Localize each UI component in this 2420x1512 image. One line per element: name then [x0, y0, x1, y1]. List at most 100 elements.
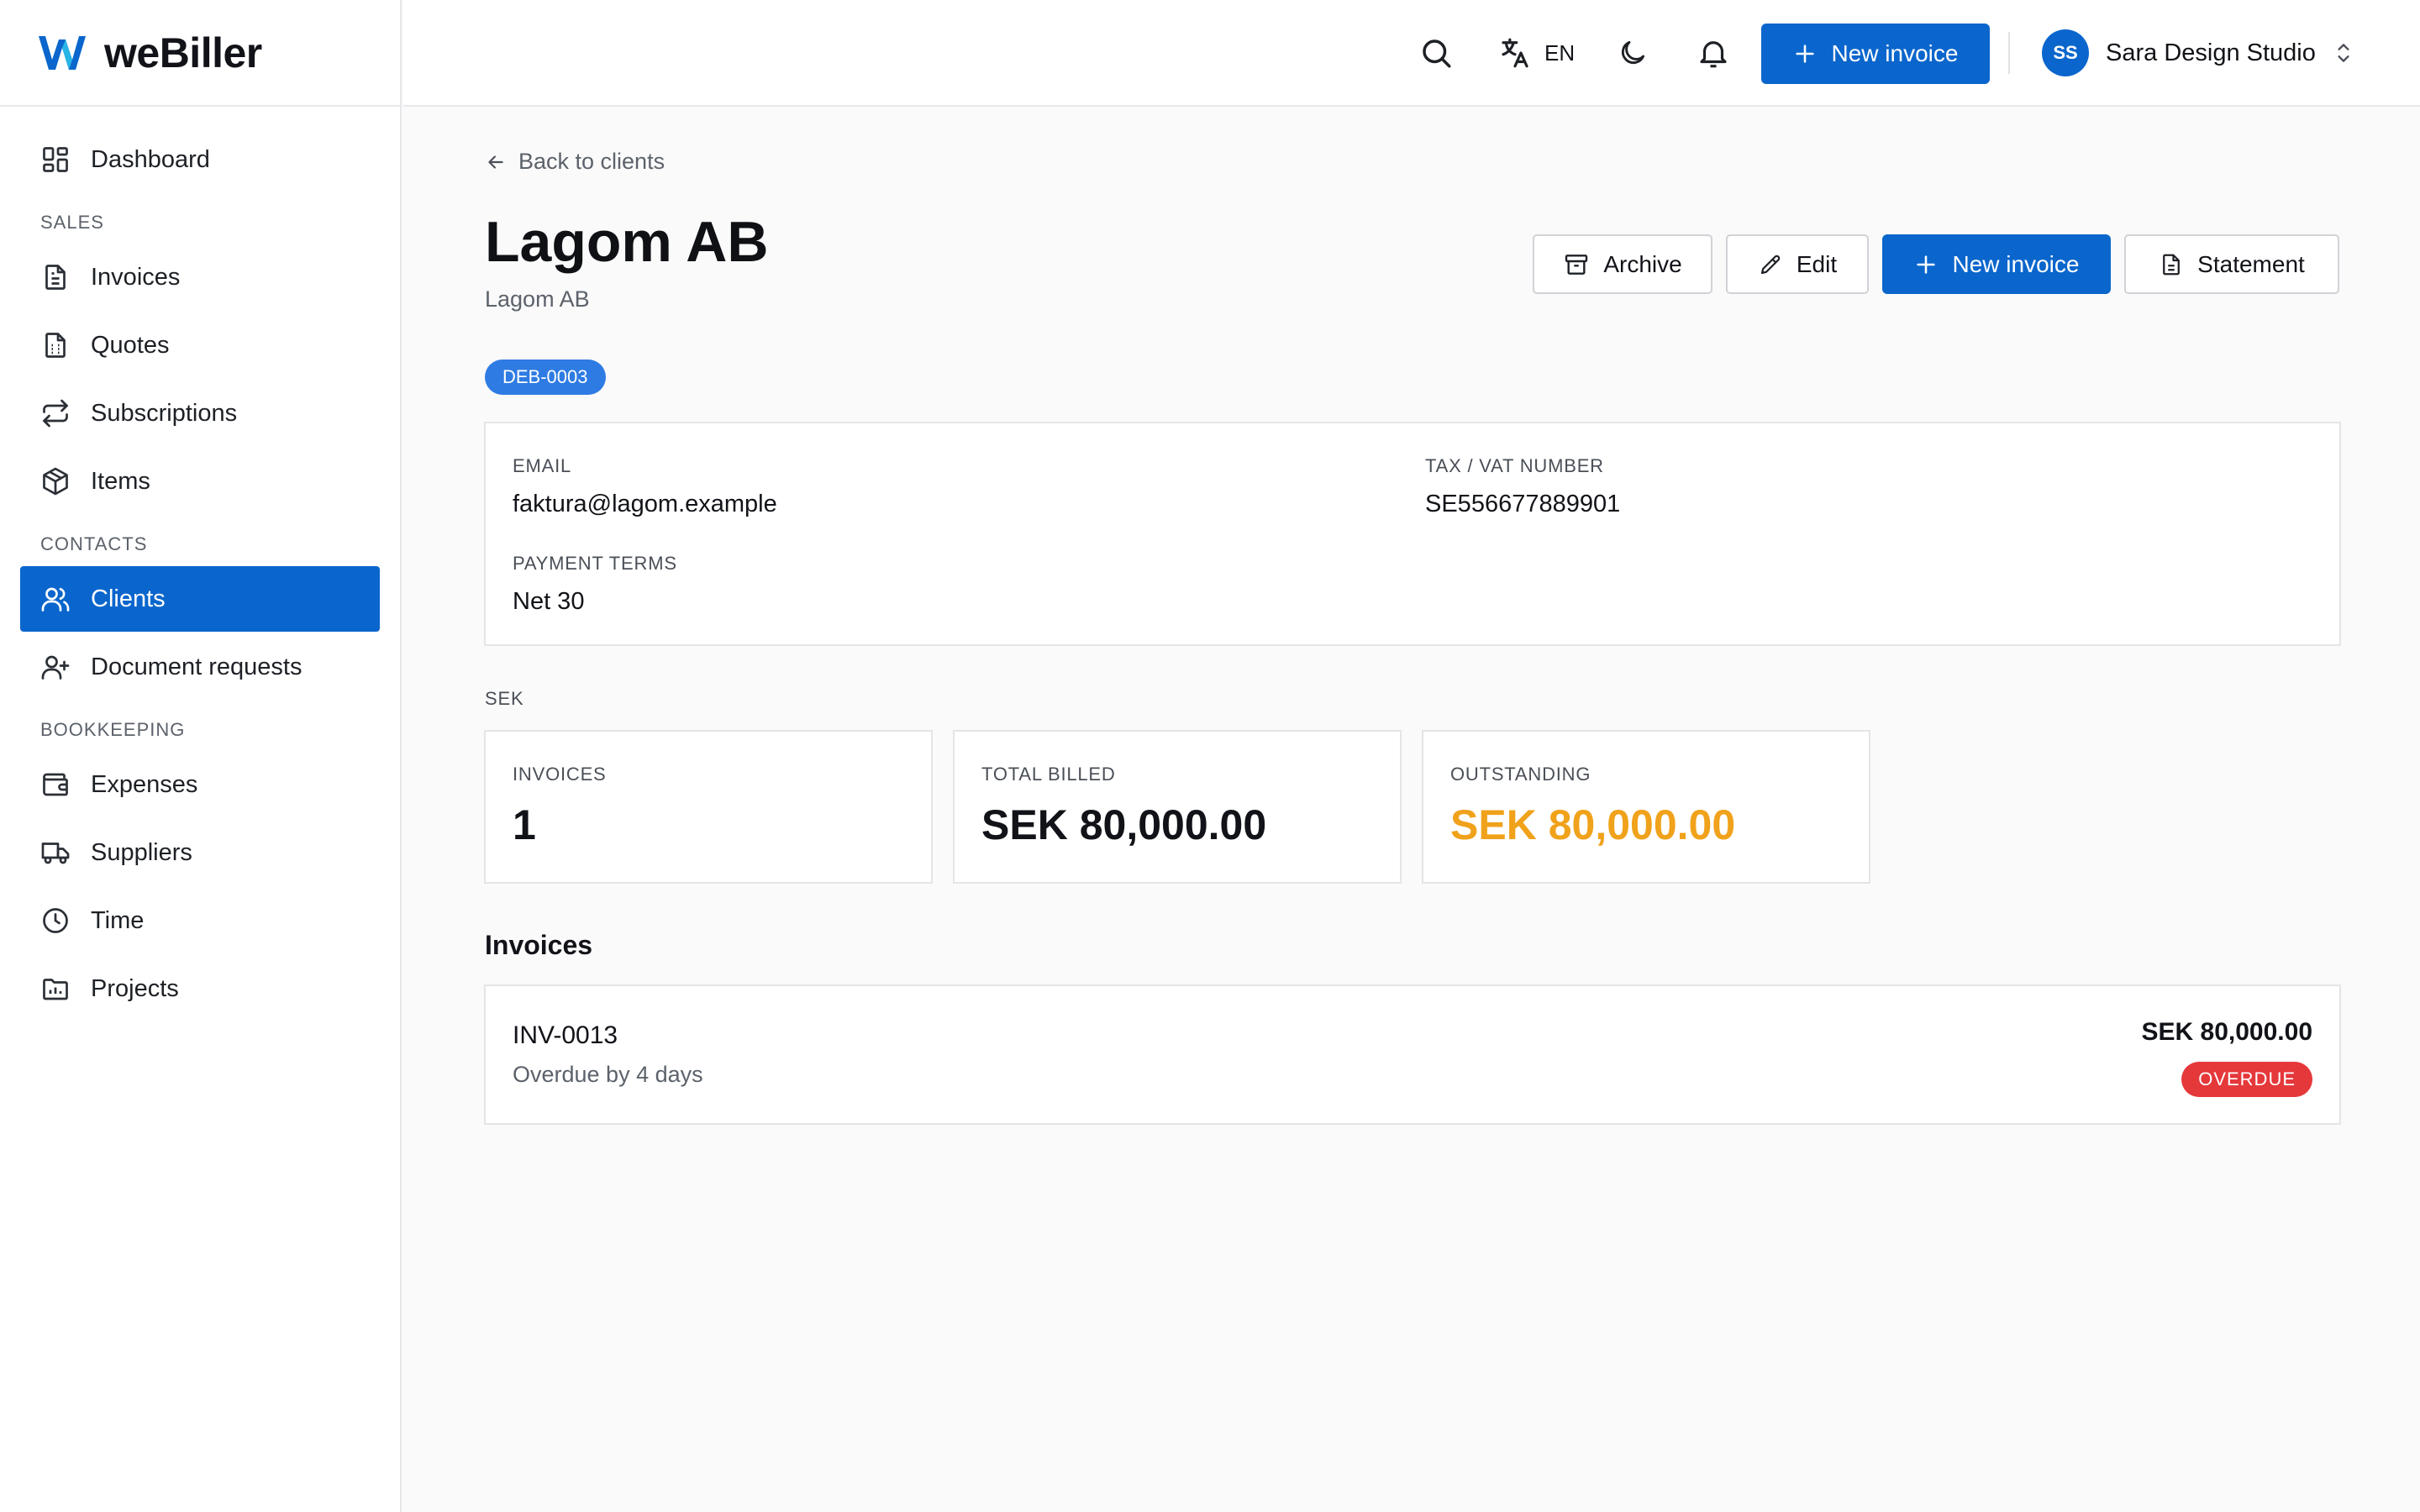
package-icon: [43, 467, 68, 496]
sidebar-item-invoices[interactable]: Invoices: [20, 244, 380, 310]
arrow-left-icon: [488, 155, 503, 169]
statement-label: Statement: [2197, 250, 2305, 277]
archive-button[interactable]: Archive: [1533, 234, 1712, 294]
organization-switcher[interactable]: SS Sara Design Studio: [2042, 29, 2354, 76]
sidebar-section-bookkeeping: BOOKKEEPING: [40, 719, 186, 740]
currency-label: SEK: [485, 688, 524, 709]
sidebar-nav: Dashboard SALES Invoices Quotes Subscrip…: [0, 107, 400, 1021]
translate-icon: [1502, 38, 1528, 68]
statement-button[interactable]: Statement: [2124, 234, 2339, 294]
back-label: Back to clients: [518, 149, 666, 174]
tax-label: TAX / VAT NUMBER: [1425, 455, 1604, 476]
email-label: EMAIL: [513, 455, 572, 476]
stat-label: INVOICES: [513, 764, 607, 785]
archive-icon: [1565, 254, 1588, 275]
sidebar-item-label: Projects: [91, 974, 179, 1002]
stat-card-invoices: INVOICES 1: [484, 730, 933, 884]
bell-icon: [1700, 41, 1727, 68]
sidebar-item-items[interactable]: Items: [20, 449, 380, 514]
main-content: Back to clients Lagom AB Lagom AB Archiv…: [403, 108, 2420, 1512]
stat-card-outstanding: OUTSTANDING SEK 80,000.00: [1422, 730, 1870, 884]
page-title: Lagom AB: [485, 210, 769, 274]
folder-chart-icon: [43, 979, 68, 1000]
clock-icon: [43, 908, 68, 933]
sidebar-item-label: Dashboard: [91, 145, 210, 173]
chevron-up-down-icon: [2338, 44, 2349, 62]
sidebar-item-document-requests[interactable]: Document requests: [20, 634, 380, 700]
sidebar-item-time[interactable]: Time: [20, 888, 380, 953]
invoice-due-status: Overdue by 4 days: [513, 1062, 703, 1087]
file-text-icon: [2163, 254, 2181, 275]
sidebar-section-contacts: CONTACTS: [40, 533, 148, 554]
topbar: EN New invoice SS Sara Design Studio: [403, 0, 2420, 107]
status-badge: OVERDUE: [2181, 1062, 2312, 1097]
back-to-clients-link[interactable]: Back to clients: [485, 149, 665, 175]
truck-icon: [41, 843, 70, 864]
stat-value-outstanding: SEK 80,000.00: [1450, 801, 1736, 848]
sidebar-item-label: Items: [91, 467, 150, 495]
tax-value: SE556677889901: [1425, 491, 1621, 517]
email-value: faktura@lagom.example: [513, 491, 777, 517]
new-invoice-label: New invoice: [1952, 250, 2080, 277]
avatar: SS: [2042, 29, 2089, 76]
topbar-divider: [2008, 32, 2010, 74]
sidebar-item-label: Document requests: [91, 653, 302, 680]
invoices-section-title: Invoices: [485, 930, 593, 960]
client-code-badge: DEB-0003: [485, 360, 606, 395]
stat-card-total-billed: TOTAL BILLED SEK 80,000.00: [953, 730, 1402, 884]
search-icon: [1423, 39, 1451, 68]
moon-icon: [1621, 40, 1645, 65]
sidebar-item-label: Clients: [91, 585, 166, 612]
language-switcher[interactable]: EN: [1497, 35, 1575, 71]
sidebar-item-label: Time: [91, 906, 145, 934]
stat-label: OUTSTANDING: [1450, 764, 1591, 785]
page-subtitle: Lagom AB: [485, 286, 590, 312]
wallet-icon: [43, 773, 68, 796]
theme-toggle[interactable]: [1617, 37, 1649, 69]
sidebar-item-projects[interactable]: Projects: [20, 956, 380, 1021]
dashboard-icon: [43, 147, 68, 172]
sidebar-item-suppliers[interactable]: Suppliers: [20, 820, 380, 885]
repeat-icon: [43, 399, 68, 428]
payment-terms-label: PAYMENT TERMS: [513, 553, 677, 574]
client-details-card: EMAIL faktura@lagom.example TAX / VAT NU…: [484, 422, 2341, 646]
archive-label: Archive: [1603, 250, 1682, 277]
search-button[interactable]: [1418, 35, 1454, 71]
sidebar-item-dashboard[interactable]: Dashboard: [20, 127, 380, 192]
user-plus-icon: [41, 655, 70, 680]
notifications-button[interactable]: [1696, 35, 1731, 71]
organization-name: Sara Design Studio: [2106, 39, 2316, 66]
app-logo[interactable]: weBiller: [0, 0, 400, 107]
new-invoice-label: New invoice: [1831, 40, 1959, 66]
webiller-logo-icon: [39, 35, 86, 70]
calculator-document-icon: [45, 333, 66, 358]
table-row[interactable]: INV-0013 Overdue by 4 days SEK 80,000.00…: [484, 984, 2341, 1125]
stat-value: 1: [513, 801, 536, 848]
sidebar-item-label: Suppliers: [91, 838, 192, 866]
plus-icon: [1916, 255, 1935, 274]
sidebar-item-label: Quotes: [91, 331, 170, 359]
sidebar-item-label: Expenses: [91, 770, 198, 798]
language-code: EN: [1544, 39, 1576, 66]
pencil-icon: [1760, 255, 1781, 274]
plus-icon: [1795, 45, 1814, 63]
users-icon: [41, 587, 70, 612]
topbar-new-invoice-button[interactable]: New invoice: [1761, 24, 1990, 84]
sidebar-section-sales: SALES: [40, 212, 104, 233]
sidebar-item-subscriptions[interactable]: Subscriptions: [20, 381, 380, 446]
sidebar-item-clients[interactable]: Clients: [20, 566, 380, 632]
stat-value: SEK 80,000.00: [981, 801, 1267, 848]
new-invoice-button[interactable]: New invoice: [1882, 234, 2111, 294]
file-text-icon: [45, 265, 66, 290]
payment-terms-value: Net 30: [513, 588, 585, 615]
invoice-number: INV-0013: [513, 1021, 618, 1049]
edit-label: Edit: [1796, 250, 1838, 277]
sidebar-item-expenses[interactable]: Expenses: [20, 752, 380, 817]
stat-label: TOTAL BILLED: [981, 764, 1116, 785]
invoice-amount: SEK 80,000.00: [2141, 1018, 2312, 1046]
sidebar-item-quotes[interactable]: Quotes: [20, 312, 380, 378]
sidebar: weBiller Dashboard SALES Invoices Quotes…: [0, 0, 402, 1512]
sidebar-item-label: Subscriptions: [91, 399, 238, 427]
edit-button[interactable]: Edit: [1726, 234, 1869, 294]
app-name: weBiller: [104, 29, 262, 76]
